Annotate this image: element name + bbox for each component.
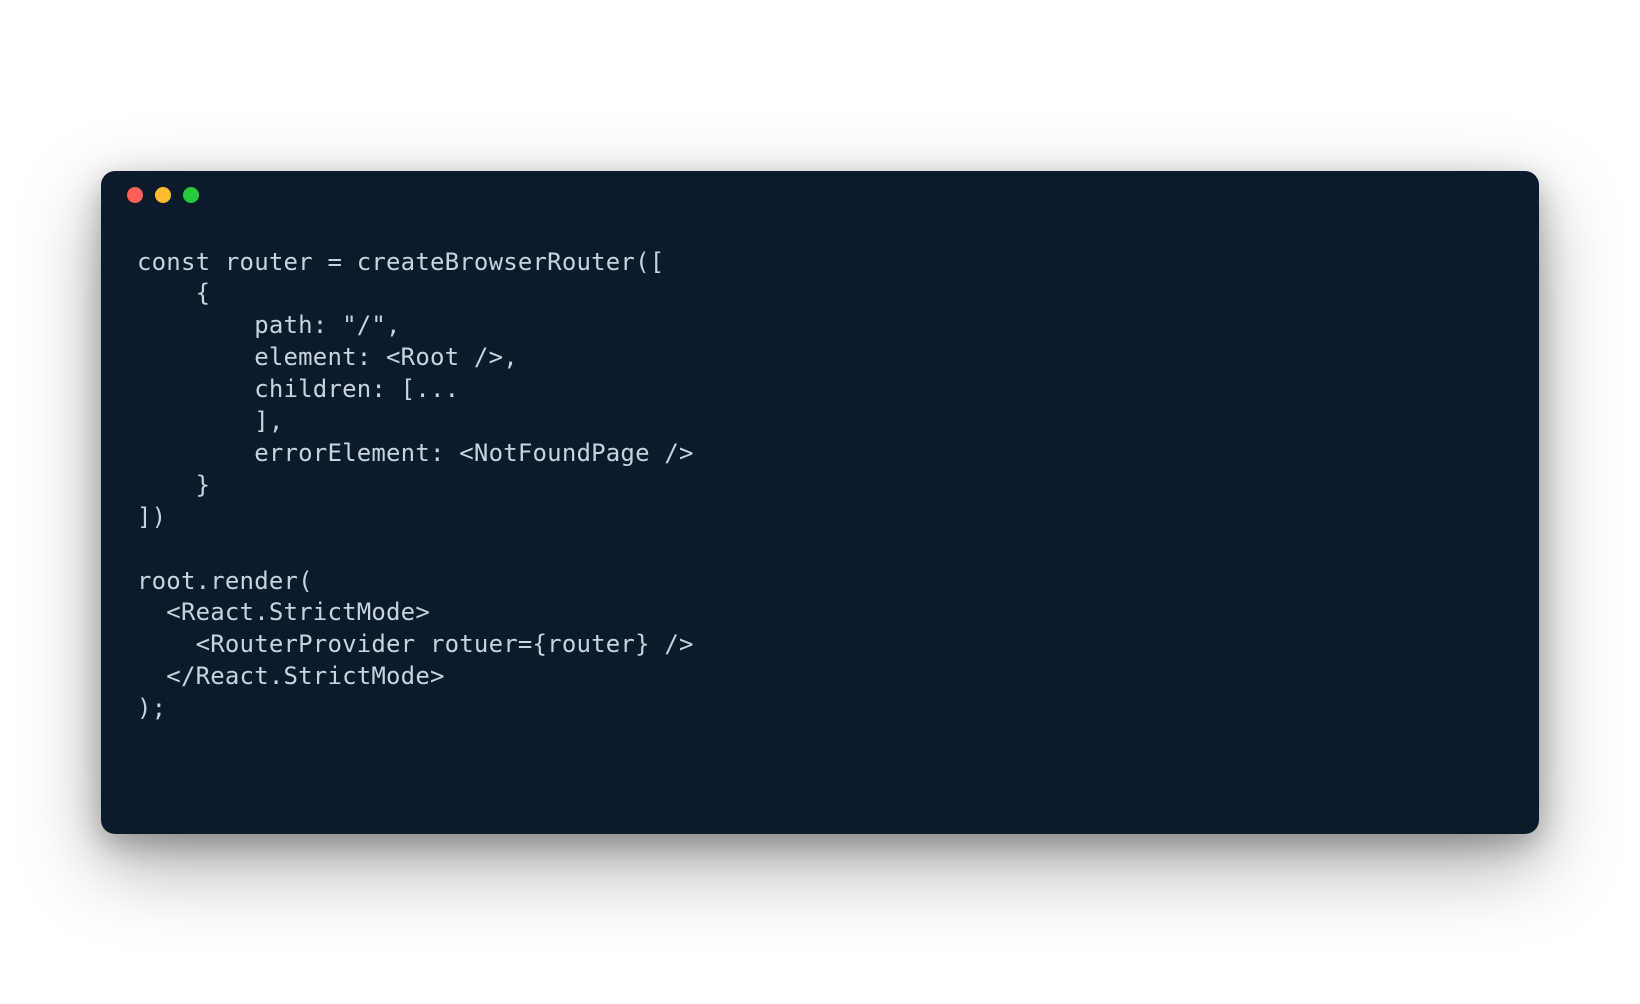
minimize-icon[interactable] xyxy=(155,187,171,203)
code-window: const router = createBrowserRouter([ { p… xyxy=(101,171,1539,834)
close-icon[interactable] xyxy=(127,187,143,203)
code-content: const router = createBrowserRouter([ { p… xyxy=(137,247,1503,726)
maximize-icon[interactable] xyxy=(183,187,199,203)
code-area: const router = createBrowserRouter([ { p… xyxy=(101,219,1539,834)
window-titlebar xyxy=(101,171,1539,219)
